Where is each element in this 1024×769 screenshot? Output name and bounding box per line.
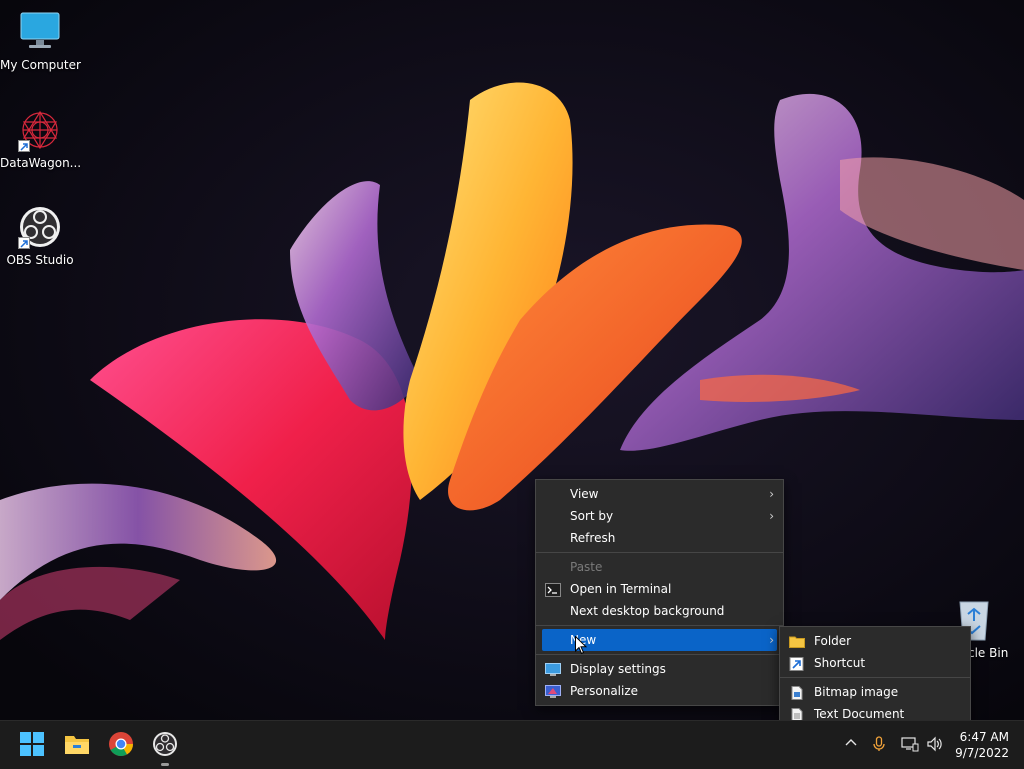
running-app-indicator (161, 763, 169, 766)
menu-item-label: View (570, 487, 599, 501)
folder-icon (789, 634, 805, 648)
shortcut-arrow-icon (18, 237, 30, 249)
menu-separator (536, 654, 783, 655)
shortcut-arrow-icon (18, 140, 30, 152)
menu-item-label: Refresh (570, 531, 616, 545)
chrome-icon (109, 732, 133, 757)
terminal-icon (545, 582, 561, 597)
new-submenu: Folder Shortcut Bitmap image Text Docume… (779, 626, 971, 729)
menu-separator (780, 677, 970, 678)
menu-item-display-settings[interactable]: Display settings (536, 658, 783, 680)
start-button[interactable] (19, 731, 45, 757)
menu-item-label: Display settings (570, 662, 666, 676)
submenu-item-folder[interactable]: Folder (780, 630, 970, 652)
menu-item-label: Folder (814, 634, 852, 648)
chevron-right-icon: › (769, 633, 774, 647)
microphone-button[interactable] (870, 736, 888, 754)
menu-item-open-in-terminal[interactable]: Open in Terminal (536, 578, 783, 600)
mouse-cursor-icon (575, 636, 587, 655)
menu-item-paste: Paste (536, 556, 783, 578)
chevron-right-icon: › (769, 487, 774, 501)
personalize-icon (545, 684, 561, 698)
menu-separator (536, 552, 783, 553)
obs-icon (18, 205, 62, 249)
clock-date: 9/7/2022 (955, 746, 1009, 760)
taskbar: 6:47 AM 9/7/2022 (0, 720, 1024, 769)
clock-time: 6:47 AM (959, 730, 1009, 744)
menu-separator (536, 625, 783, 626)
show-hidden-icons-button[interactable] (842, 736, 860, 754)
desktop-icon-label: My Computer (0, 58, 81, 72)
taskbar-chrome[interactable] (108, 731, 134, 757)
taskbar-obs-studio[interactable] (152, 731, 178, 757)
desktop-icon-obs-studio[interactable]: OBS Studio (0, 205, 80, 267)
chevron-right-icon: › (769, 509, 774, 523)
display-settings-icon (545, 662, 561, 676)
menu-item-refresh[interactable]: Refresh (536, 527, 783, 549)
network-button[interactable] (901, 736, 919, 754)
desktop-wallpaper (0, 0, 1024, 720)
menu-item-label: Next desktop background (570, 604, 725, 618)
network-icon (901, 737, 919, 752)
menu-item-label: Sort by (570, 509, 614, 523)
microphone-icon (873, 736, 885, 751)
menu-item-personalize[interactable]: Personalize (536, 680, 783, 702)
start-icon (20, 732, 44, 756)
menu-item-label: Text Document (814, 707, 905, 721)
obs-icon (153, 732, 177, 756)
monitor-icon (18, 10, 62, 54)
taskbar-file-explorer[interactable] (64, 731, 90, 757)
menu-item-label: Paste (570, 560, 603, 574)
desktop-context-menu: View › Sort by › Refresh Paste Open in T… (535, 479, 784, 706)
bitmap-file-icon (789, 685, 805, 700)
menu-item-label: Bitmap image (814, 685, 899, 699)
desktop-icon-label: OBS Studio (6, 253, 74, 267)
desktop-icon-my-computer[interactable]: My Computer (0, 10, 81, 72)
menu-item-label: Open in Terminal (570, 582, 672, 596)
text-document-icon (789, 707, 805, 722)
menu-item-sort-by[interactable]: Sort by › (536, 505, 783, 527)
speaker-icon (927, 736, 942, 752)
datawagon-icon (18, 108, 62, 152)
shortcut-icon (789, 656, 805, 671)
menu-item-view[interactable]: View › (536, 483, 783, 505)
chevron-up-icon (845, 739, 857, 746)
menu-item-label: Personalize (570, 684, 639, 698)
menu-item-label: Shortcut (814, 656, 866, 670)
submenu-item-shortcut[interactable]: Shortcut (780, 652, 970, 674)
menu-item-next-desktop-background[interactable]: Next desktop background (536, 600, 783, 622)
submenu-item-bitmap-image[interactable]: Bitmap image (780, 681, 970, 703)
taskbar-clock[interactable]: 6:47 AM 9/7/2022 (955, 729, 1009, 761)
desktop-icon-label: DataWagon... (0, 156, 82, 170)
desktop-icon-datawagon[interactable]: DataWagon... (0, 108, 82, 170)
volume-button[interactable] (926, 736, 944, 754)
file-explorer-icon (65, 736, 89, 754)
